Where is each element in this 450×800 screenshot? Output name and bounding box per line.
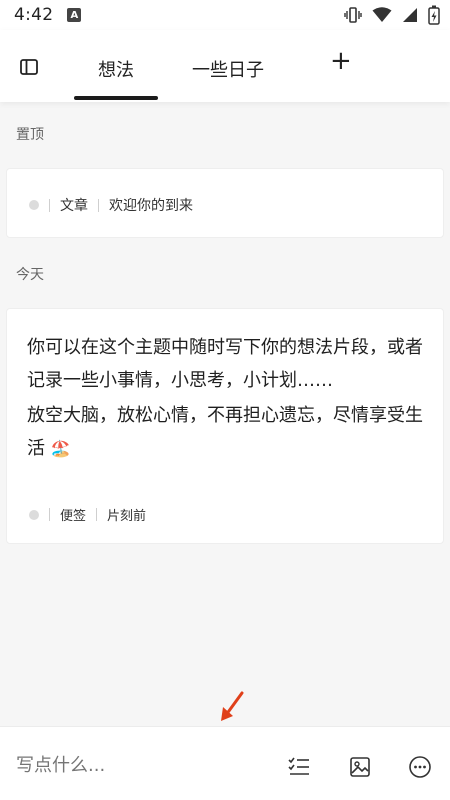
pinned-article-card[interactable]: 文章 欢迎你的到来 bbox=[6, 168, 444, 238]
note-card[interactable]: 你可以在这个主题中随时写下你的想法片段，或者记录一些小事情，小思考，小计划…… … bbox=[6, 308, 444, 544]
note-body: 你可以在这个主题中随时写下你的想法片段，或者记录一些小事情，小思考，小计划…… … bbox=[27, 331, 437, 467]
wifi-icon bbox=[372, 7, 392, 22]
divider bbox=[98, 198, 99, 212]
annotation-arrow-icon bbox=[221, 691, 244, 721]
top-nav: 想法 一些日子 + bbox=[0, 30, 450, 102]
battery-charging-icon bbox=[428, 5, 440, 25]
section-label-pinned: 置顶 bbox=[16, 127, 44, 143]
vibrate-icon bbox=[344, 7, 362, 23]
divider bbox=[49, 508, 50, 521]
checklist-icon[interactable] bbox=[287, 755, 311, 779]
card-meta: 便签 片刻前 bbox=[29, 505, 146, 524]
card-meta: 文章 欢迎你的到来 bbox=[29, 195, 193, 215]
composer-bar bbox=[0, 726, 450, 800]
status-dot-icon bbox=[29, 200, 39, 210]
sidebar-toggle-icon[interactable] bbox=[18, 56, 40, 78]
card-timestamp: 片刻前 bbox=[107, 509, 147, 524]
active-tab-indicator bbox=[74, 96, 158, 100]
tab-some-days[interactable]: 一些日子 bbox=[192, 56, 264, 82]
divider bbox=[49, 198, 50, 212]
divider bbox=[96, 508, 98, 521]
add-tab-button[interactable]: + bbox=[330, 48, 352, 74]
card-title: 欢迎你的到来 bbox=[109, 198, 193, 214]
app-notification-icon: A bbox=[67, 8, 82, 22]
compose-input[interactable] bbox=[16, 755, 256, 776]
note-paragraph: 放空大脑，放松心情，不再担心遗忘，尽情享受生活 🏖️ bbox=[27, 399, 437, 465]
status-dot-icon bbox=[29, 509, 39, 520]
note-paragraph-text: 放空大脑，放松心情，不再担心遗忘，尽情享受生活 bbox=[27, 405, 423, 459]
image-icon[interactable] bbox=[348, 755, 372, 779]
status-bar: 4:42 A bbox=[0, 0, 450, 30]
more-options-icon[interactable] bbox=[408, 755, 432, 779]
beach-umbrella-icon: 🏖️ bbox=[50, 439, 71, 458]
note-paragraph: 你可以在这个主题中随时写下你的想法片段，或者记录一些小事情，小思考，小计划…… bbox=[27, 337, 423, 391]
signal-icon bbox=[403, 8, 417, 22]
tab-ideas[interactable]: 想法 bbox=[98, 56, 134, 82]
card-type-label: 文章 bbox=[60, 198, 88, 214]
card-type-label: 便签 bbox=[60, 509, 87, 524]
status-icons bbox=[344, 5, 440, 25]
status-time: 4:42 bbox=[14, 5, 54, 25]
section-label-today: 今天 bbox=[16, 267, 44, 283]
